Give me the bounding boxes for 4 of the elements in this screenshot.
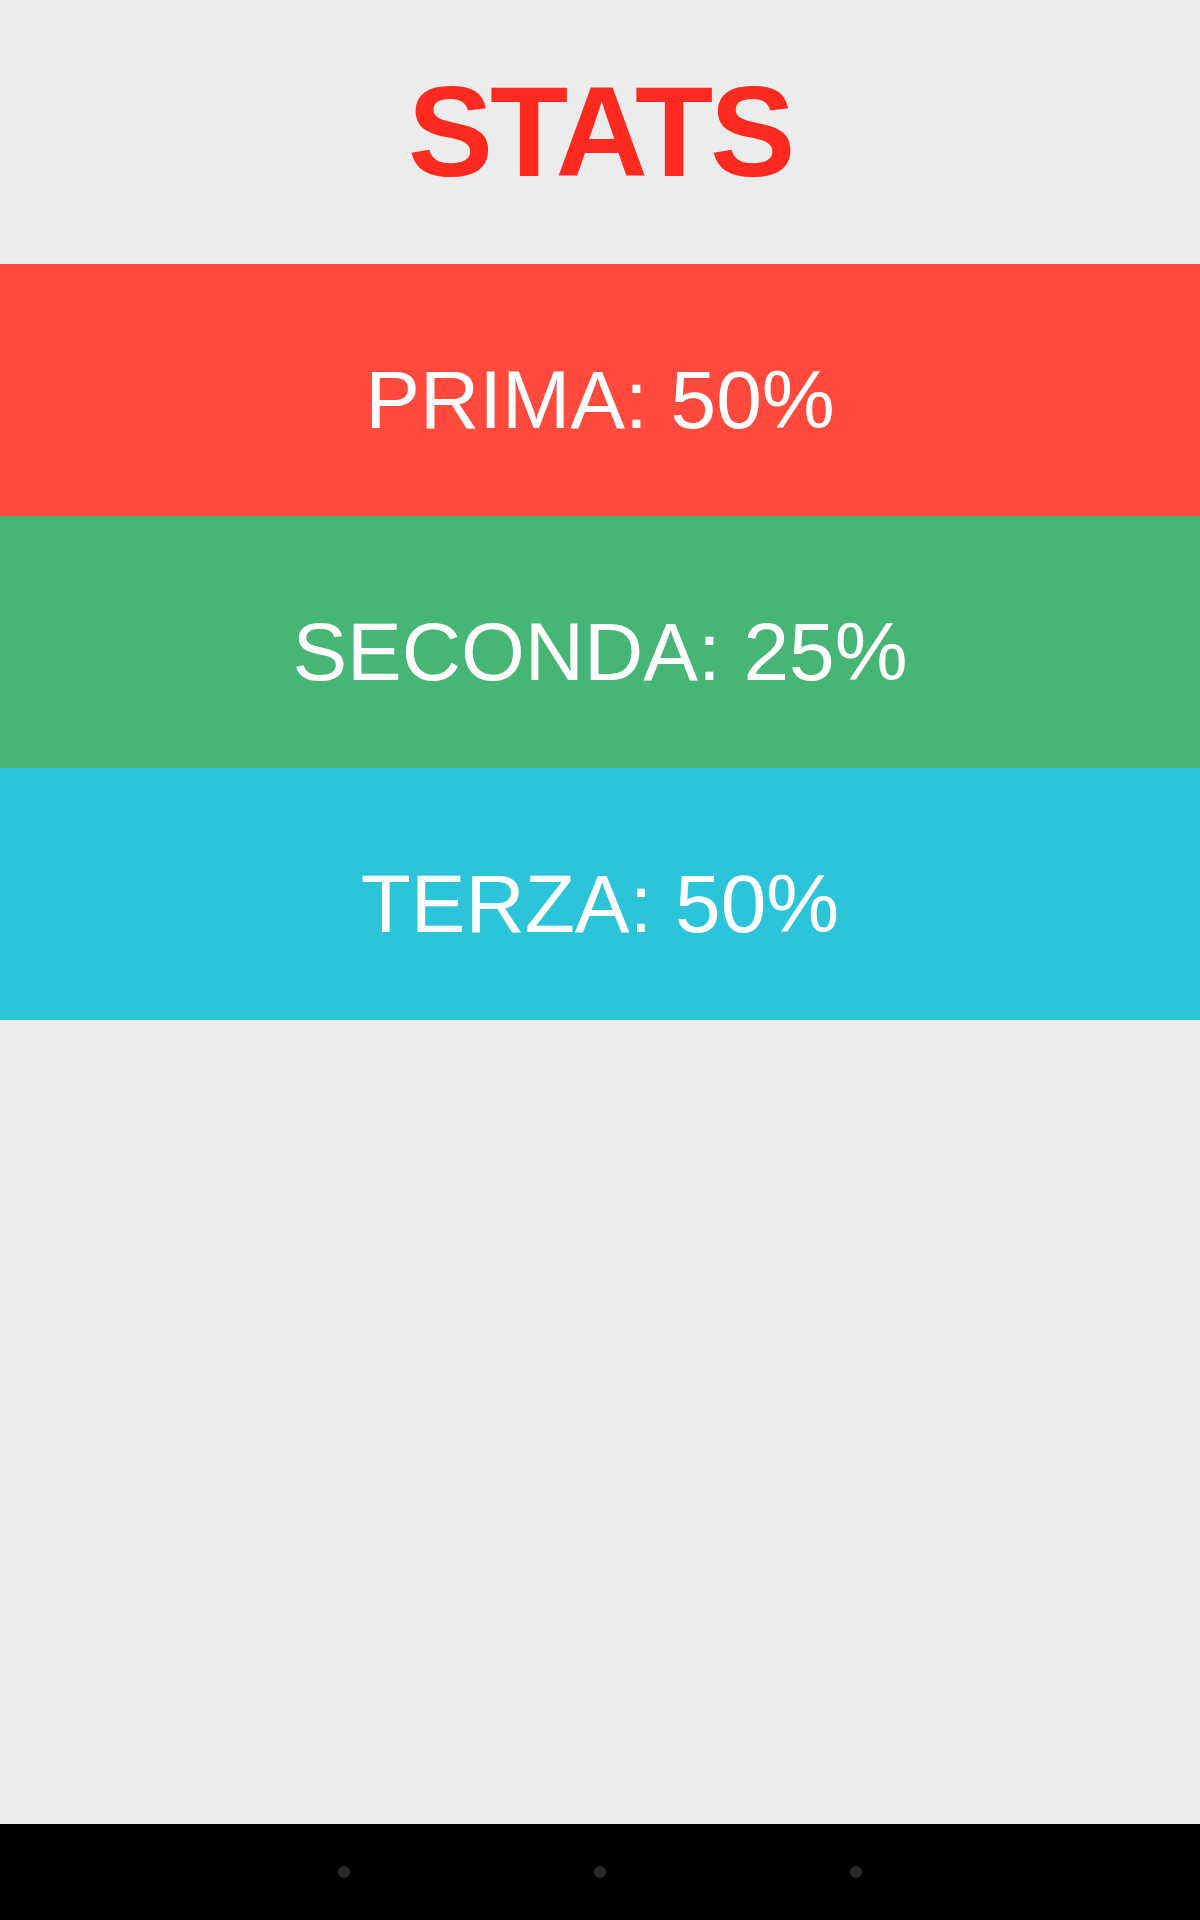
stat-label: TERZA: 50% (360, 863, 840, 945)
stat-label: SECONDA: 25% (292, 611, 908, 693)
stat-label: PRIMA: 50% (365, 359, 835, 441)
page-title: STATS (407, 68, 793, 196)
